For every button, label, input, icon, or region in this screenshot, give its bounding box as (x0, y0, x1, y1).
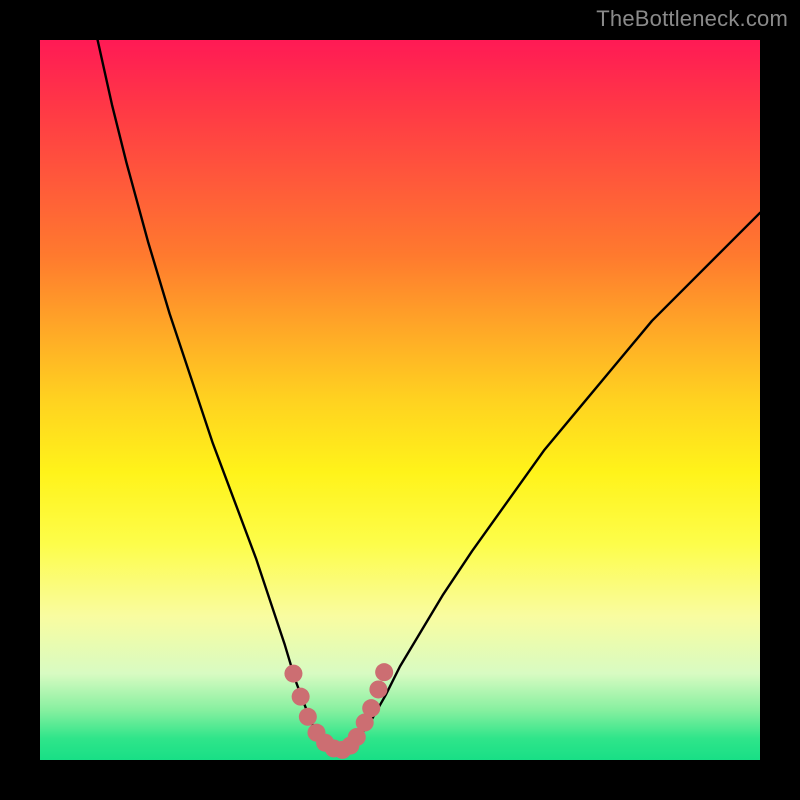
marker-dot (369, 680, 387, 698)
plot-area (40, 40, 760, 760)
marker-dot (299, 708, 317, 726)
curve-svg (40, 40, 760, 760)
marker-dot (292, 688, 310, 706)
bottom-marker-cluster (284, 663, 393, 759)
marker-dot (284, 665, 302, 683)
marker-dot (362, 699, 380, 717)
watermark-text: TheBottleneck.com (596, 6, 788, 32)
marker-dot (375, 663, 393, 681)
chart-stage: TheBottleneck.com (0, 0, 800, 800)
bottleneck-curve (98, 40, 760, 751)
